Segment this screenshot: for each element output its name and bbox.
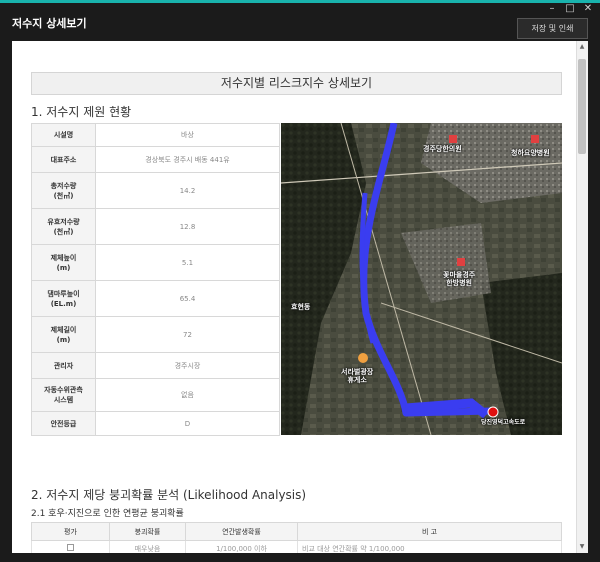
col-header: 비 고 — [297, 522, 562, 541]
table-row: 총저수량 (천㎥) 14.2 — [31, 172, 280, 209]
col-header: 붕괴확률 — [109, 522, 186, 541]
row-value: 65.4 — [95, 280, 280, 317]
table-row: 매우낮음 1/100,000 이하 비교 대상 연간확률 약 1/100,000 — [31, 540, 562, 553]
title-bar: 저수지 상세보기 – □ ✕ 저장 및 인쇄 — [0, 3, 600, 39]
row-value: 14.2 — [95, 172, 280, 209]
maximize-button[interactable]: □ — [564, 3, 576, 14]
row-label: 제체길이 (m) — [31, 316, 96, 353]
row-label: 관리자 — [31, 352, 96, 379]
row-value: 경상북도 경주시 배동 441유 — [95, 146, 280, 173]
row-label: 유효저수량 (천㎥) — [31, 208, 96, 245]
row-value: 72 — [95, 316, 280, 353]
facility-info-table: 시설명 바상 대표주소 경상북도 경주시 배동 441유 총저수량 (천㎥) 1… — [31, 123, 280, 436]
grade-cell[interactable] — [31, 540, 110, 553]
row-label: 안전등급 — [31, 411, 96, 436]
row-value: 바상 — [95, 123, 280, 147]
row-label: 댐마루높이 (EL.m) — [31, 280, 96, 317]
row-value: 경주시장 — [95, 352, 280, 379]
row-value: D — [95, 411, 280, 436]
close-button[interactable]: ✕ — [582, 3, 594, 14]
table-row: 시설명 바상 — [31, 123, 280, 147]
section-2-title: 2. 저수지 제당 붕괴확률 분석 (Likelihood Analysis) — [31, 488, 307, 502]
reservoir-map[interactable]: 경주당한의원 청하요양병원 꽃마을경주 한방병원 효현동 서라벌광장 휴게소 당… — [281, 123, 562, 435]
note-cell: 비교 대상 연간확률 약 1/100,000 — [297, 540, 562, 553]
table-row: 대표주소 경상북도 경주시 배동 441유 — [31, 146, 280, 173]
row-value: 5.1 — [95, 244, 280, 281]
table-row: 유효저수량 (천㎥) 12.8 — [31, 208, 280, 245]
table-row: 자동수위관측 시스템 없음 — [31, 378, 280, 412]
scroll-up-icon[interactable]: ▲ — [576, 41, 588, 53]
place-label-1: 효현동 — [291, 303, 311, 311]
table-row: 안전등급 D — [31, 411, 280, 436]
satellite-map-image — [281, 123, 562, 435]
minimize-button[interactable]: – — [546, 3, 558, 14]
scroll-down-icon[interactable]: ▼ — [576, 541, 588, 553]
row-label: 대표주소 — [31, 146, 96, 173]
table-row: 제체높이 (m) 5.1 — [31, 244, 280, 281]
app-window: 저수지 상세보기 – □ ✕ 저장 및 인쇄 저수지별 리스크지수 상세보기 1… — [0, 0, 600, 562]
save-print-button[interactable]: 저장 및 인쇄 — [517, 18, 588, 39]
place-label-2: 서라벌광장 휴게소 — [341, 368, 374, 384]
report-content[interactable]: 저수지별 리스크지수 상세보기 1. 저수지 제원 현황 시설명 바상 대표주소… — [12, 41, 588, 553]
section-2-subtitle: 2.1 호우·지진으로 인한 연평균 붕괴확률 — [31, 509, 184, 519]
col-header: 평가 — [31, 522, 110, 541]
window-controls: – □ ✕ — [546, 3, 594, 14]
table-row: 관리자 경주시장 — [31, 352, 280, 379]
row-value: 12.8 — [95, 208, 280, 245]
road-label: 당진영덕고속도로 — [481, 419, 526, 426]
row-label: 총저수량 (천㎥) — [31, 172, 96, 209]
hospital-label-3: 꽃마을경주 한방병원 — [443, 271, 476, 287]
table-row: 제체길이 (m) 72 — [31, 316, 280, 353]
scroll-thumb[interactable] — [578, 59, 586, 154]
checkbox[interactable] — [67, 544, 74, 551]
vertical-scrollbar[interactable]: ▲ ▼ — [576, 41, 588, 553]
probability-cell: 1/100,000 이하 — [185, 540, 298, 553]
window-title: 저수지 상세보기 — [12, 17, 87, 30]
page-title: 저수지별 리스크지수 상세보기 — [31, 72, 562, 95]
table-row: 댐마루높이 (EL.m) 65.4 — [31, 280, 280, 317]
hospital-label-1: 경주당한의원 — [423, 145, 462, 153]
hospital-label-2: 청하요양병원 — [511, 149, 550, 157]
table-header-row: 평가 붕괴확률 연간발생확률 비 고 — [31, 522, 562, 541]
col-header: 연간발생확률 — [185, 522, 298, 541]
row-label: 제체높이 (m) — [31, 244, 96, 281]
row-value: 없음 — [95, 378, 280, 412]
row-label: 시설명 — [31, 123, 96, 147]
section-1-title: 1. 저수지 제원 현황 — [31, 105, 132, 119]
grade-label: 매우낮음 — [109, 540, 186, 553]
likelihood-table: 평가 붕괴확률 연간발생확률 비 고 매우낮음 1/100,000 이하 비교 … — [31, 522, 562, 553]
row-label: 자동수위관측 시스템 — [31, 378, 96, 412]
